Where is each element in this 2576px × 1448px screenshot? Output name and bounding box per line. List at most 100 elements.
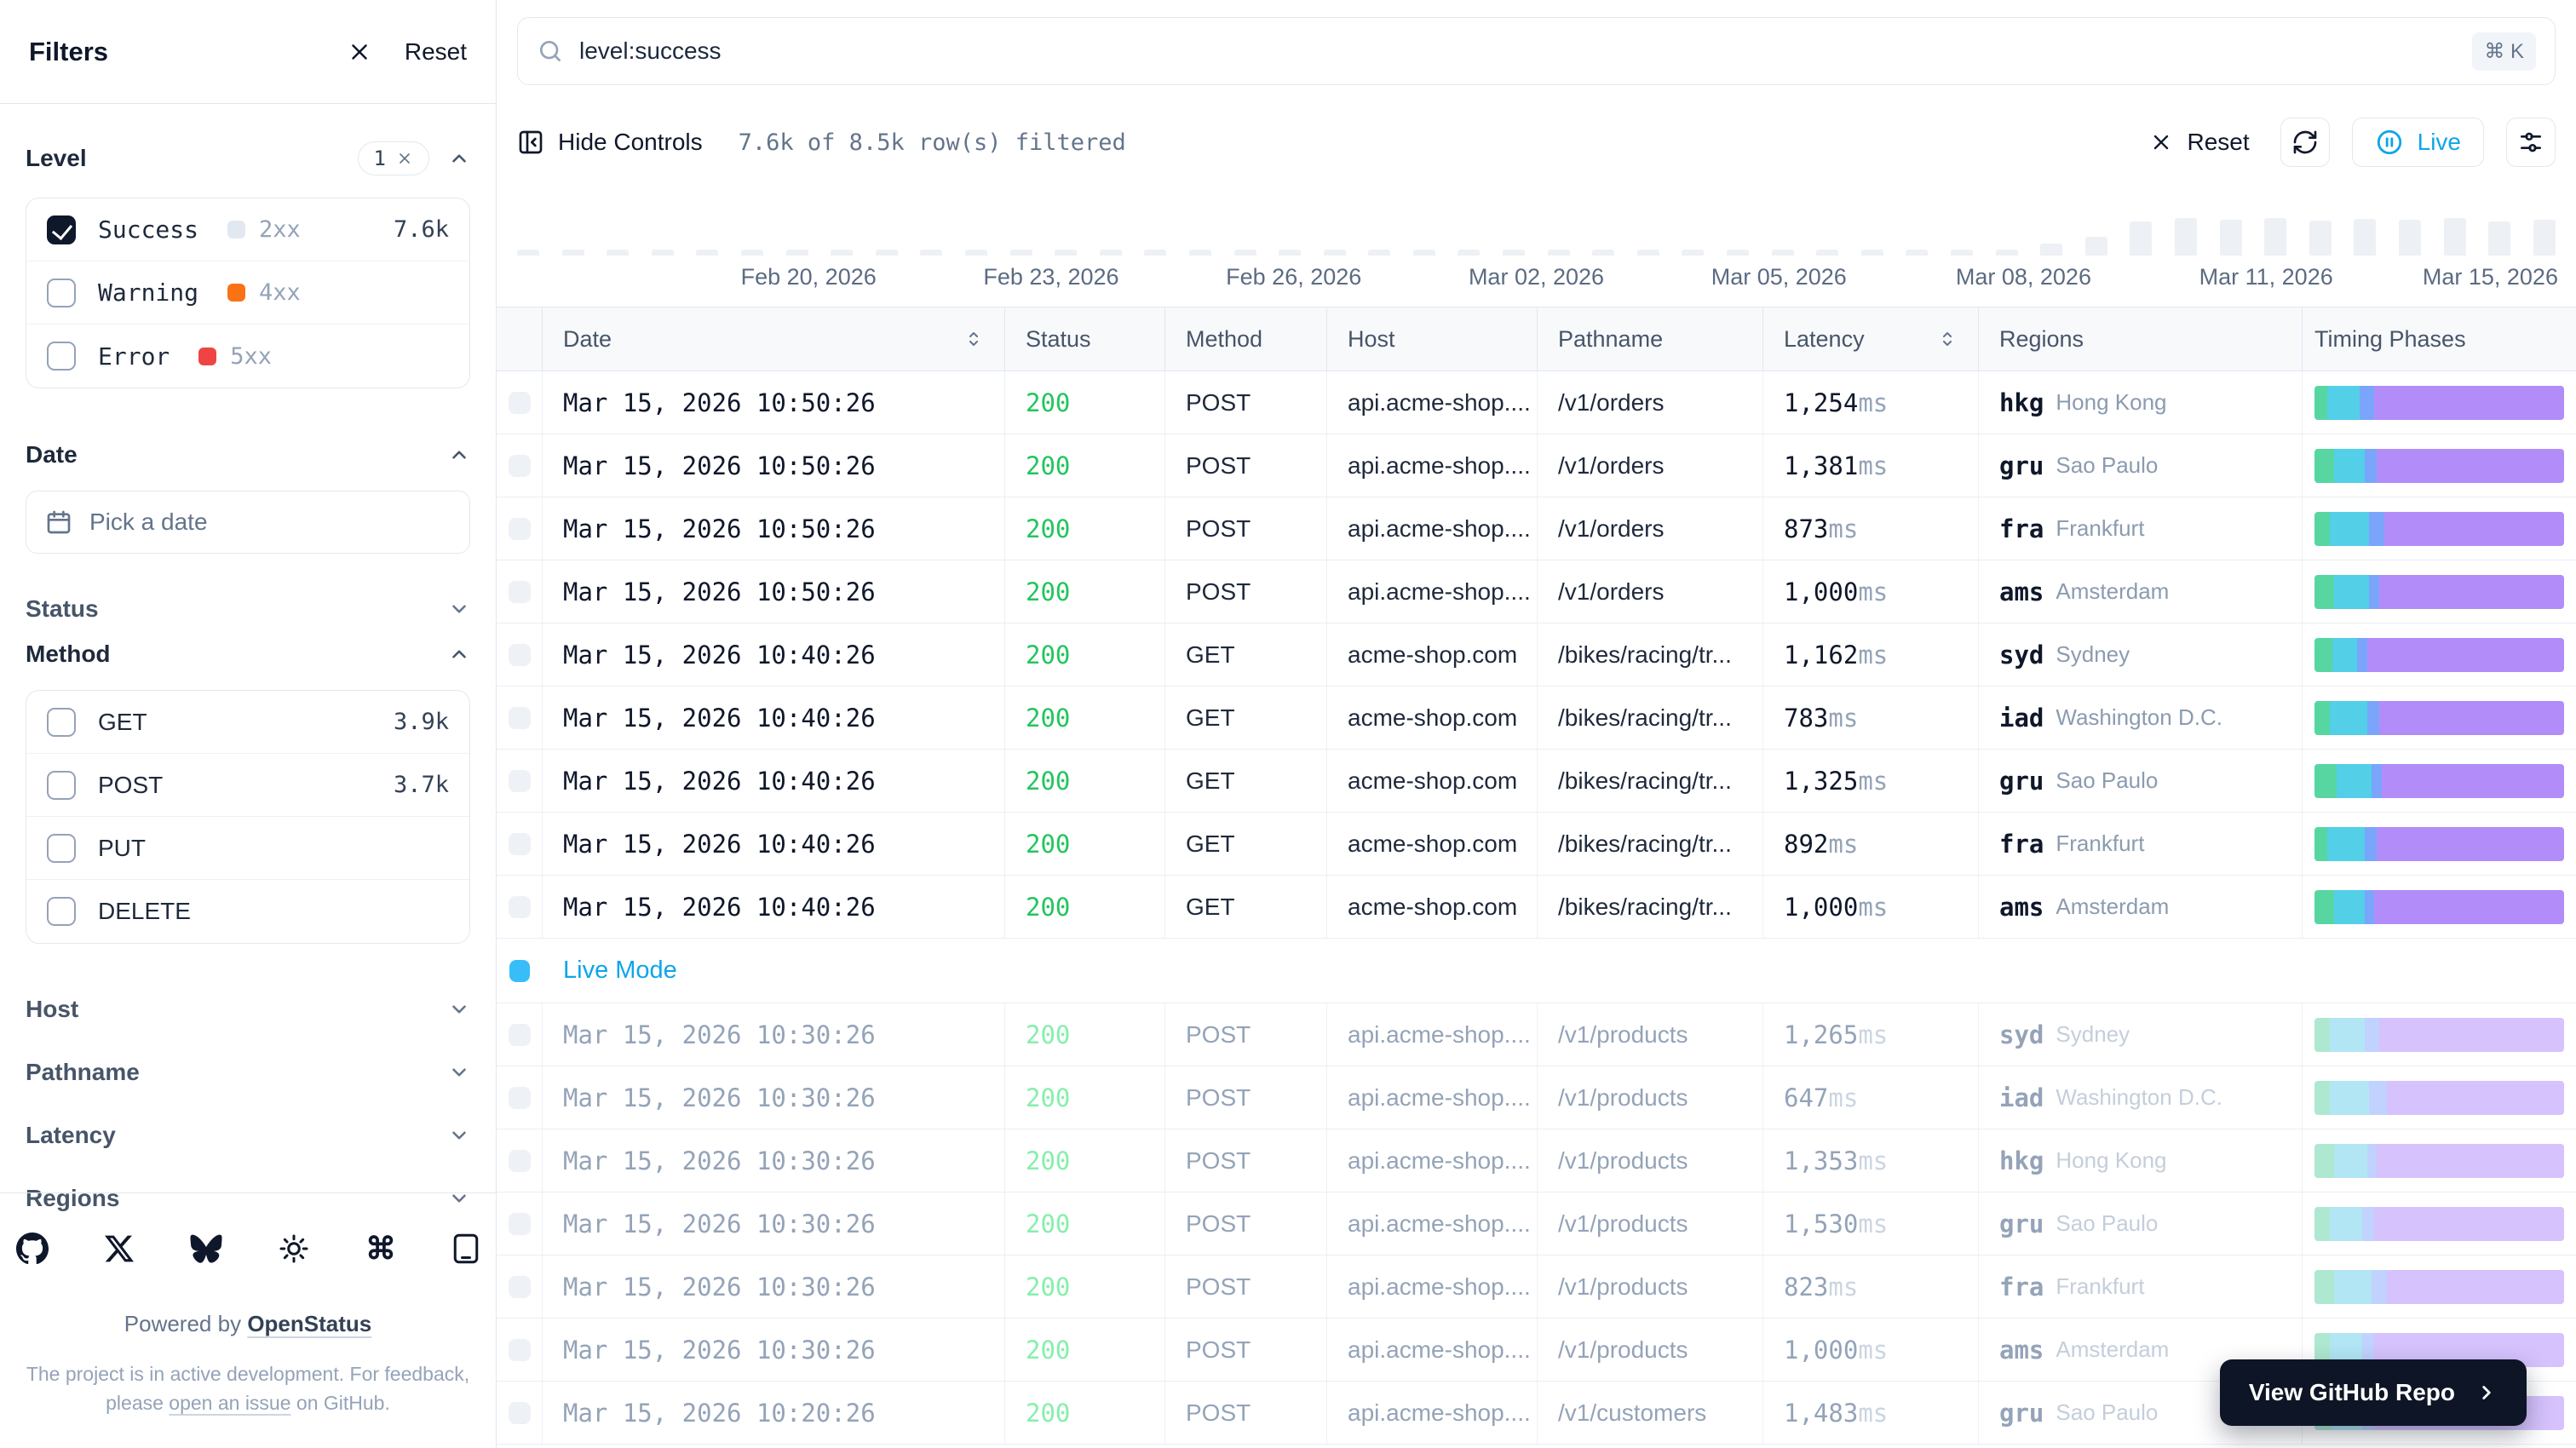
column-header-latency[interactable]: Latency (1763, 307, 1979, 371)
histogram-bar[interactable] (2085, 237, 2107, 256)
histogram-bar[interactable] (1816, 250, 1838, 256)
level-filter-badge[interactable]: 1 (358, 141, 429, 175)
pathname-section-header[interactable]: Pathname (26, 1041, 470, 1104)
histogram-bar[interactable] (1772, 250, 1794, 256)
row-checkbox[interactable] (509, 1087, 531, 1109)
histogram-bar[interactable] (562, 250, 584, 256)
column-header-status[interactable]: Status (1005, 307, 1165, 371)
table-row[interactable]: Mar 15, 2026 10:30:26200POSTapi.acme-sho… (497, 1192, 2576, 1256)
histogram-bar[interactable] (2130, 221, 2152, 256)
table-row[interactable]: Mar 15, 2026 10:40:26200GETacme-shop.com… (497, 623, 2576, 687)
view-settings-button[interactable] (2506, 118, 2556, 167)
level-option-warning[interactable]: Warning 4xx (26, 261, 469, 325)
row-checkbox[interactable] (509, 392, 531, 414)
hide-controls-button[interactable]: Hide Controls (517, 129, 703, 156)
row-checkbox[interactable] (509, 833, 531, 855)
row-checkbox[interactable] (509, 896, 531, 918)
refresh-button[interactable] (2280, 118, 2330, 167)
table-row[interactable]: Mar 15, 2026 10:40:26200GETacme-shop.com… (497, 813, 2576, 876)
histogram-bar[interactable] (1951, 250, 1973, 256)
histogram-bar[interactable] (2488, 221, 2510, 256)
histogram-bar[interactable] (1368, 250, 1390, 256)
histogram-bar[interactable] (1458, 250, 1480, 256)
method-option-delete[interactable]: DELETE (26, 880, 469, 943)
warning-checkbox[interactable] (47, 279, 76, 307)
histogram-bar[interactable] (2264, 218, 2286, 256)
reset-filters-button[interactable]: Reset (2149, 129, 2249, 156)
histogram-bar[interactable] (1861, 250, 1883, 256)
histogram-bar[interactable] (876, 250, 898, 256)
histogram-bar[interactable] (1996, 250, 2018, 256)
table-row[interactable]: Mar 15, 2026 10:30:26200POSTapi.acme-sho… (497, 1129, 2576, 1192)
histogram-bar[interactable] (1906, 250, 1928, 256)
search-bar[interactable]: ⌘ K (517, 17, 2556, 85)
table-row[interactable]: Mar 15, 2026 10:50:26200POSTapi.acme-sho… (497, 560, 2576, 623)
column-header-method[interactable]: Method (1165, 307, 1327, 371)
row-checkbox[interactable] (509, 1024, 531, 1046)
open-issue-link[interactable]: open an issue (169, 1392, 290, 1414)
histogram-bar[interactable] (2399, 220, 2421, 256)
histogram-bar[interactable] (2354, 219, 2376, 256)
error-checkbox[interactable] (47, 342, 76, 371)
histogram-bar[interactable] (1144, 250, 1166, 256)
histogram-bar[interactable] (1234, 250, 1256, 256)
put-checkbox[interactable] (47, 834, 76, 863)
get-checkbox[interactable] (47, 708, 76, 737)
level-section-header[interactable]: Level 1 (26, 141, 470, 175)
latency-section-header[interactable]: Latency (26, 1104, 470, 1167)
histogram-bar[interactable] (831, 250, 853, 256)
method-option-post[interactable]: POST 3.7k (26, 754, 469, 817)
histogram-bar[interactable] (1592, 250, 1614, 256)
column-header-regions[interactable]: Regions (1979, 307, 2303, 371)
histogram-bar[interactable] (1413, 250, 1435, 256)
table-row[interactable]: Mar 15, 2026 10:30:26200POSTapi.acme-sho… (497, 1066, 2576, 1129)
table-row[interactable]: Mar 15, 2026 10:50:26200POSTapi.acme-sho… (497, 371, 2576, 434)
table-row[interactable]: Mar 15, 2026 10:40:26200GETacme-shop.com… (497, 687, 2576, 750)
host-section-header[interactable]: Host (26, 978, 470, 1041)
row-checkbox[interactable] (509, 1213, 531, 1235)
search-input[interactable] (579, 37, 2457, 65)
github-icon[interactable] (16, 1233, 49, 1265)
method-section-header[interactable]: Method (26, 641, 470, 668)
live-mode-row[interactable]: Live Mode (497, 939, 2576, 1003)
histogram-bar[interactable] (517, 250, 539, 256)
histogram-bar[interactable] (1055, 250, 1077, 256)
histogram-bar[interactable] (1279, 250, 1301, 256)
date-section-header[interactable]: Date (26, 441, 470, 468)
row-checkbox[interactable] (509, 1402, 531, 1424)
histogram-bar[interactable] (920, 250, 942, 256)
histogram-bar[interactable] (741, 250, 763, 256)
row-checkbox[interactable] (509, 644, 531, 666)
post-checkbox[interactable] (47, 771, 76, 800)
table-row[interactable]: Mar 15, 2026 10:50:26200POSTapi.acme-sho… (497, 497, 2576, 560)
histogram-bar[interactable] (2220, 220, 2242, 256)
histogram-bar[interactable] (965, 250, 987, 256)
histogram-bar[interactable] (786, 250, 808, 256)
row-checkbox[interactable] (509, 518, 531, 540)
docs-icon[interactable] (452, 1233, 480, 1264)
command-icon[interactable]: ⌘ (365, 1231, 396, 1267)
table-row[interactable]: Mar 15, 2026 10:30:26200POSTapi.acme-sho… (497, 1256, 2576, 1319)
histogram-bar[interactable] (1548, 250, 1570, 256)
histogram-bar[interactable] (1100, 250, 1122, 256)
delete-checkbox[interactable] (47, 897, 76, 926)
row-checkbox[interactable] (509, 581, 531, 603)
histogram-bar[interactable] (1682, 250, 1704, 256)
filters-reset-button[interactable]: Reset (405, 38, 467, 66)
date-picker-field[interactable]: Pick a date (26, 491, 470, 554)
success-checkbox[interactable] (47, 215, 76, 244)
histogram-bar[interactable] (652, 250, 674, 256)
bluesky-icon[interactable] (190, 1234, 222, 1263)
column-header-pathname[interactable]: Pathname (1538, 307, 1763, 371)
table-row[interactable]: Mar 15, 2026 10:30:26200POSTapi.acme-sho… (497, 1003, 2576, 1066)
theme-sun-icon[interactable] (279, 1233, 309, 1264)
row-checkbox[interactable] (509, 455, 531, 477)
row-checkbox[interactable] (509, 1339, 531, 1361)
x-twitter-icon[interactable] (105, 1234, 134, 1263)
row-checkbox[interactable] (509, 1276, 531, 1298)
histogram-bar[interactable] (2444, 218, 2466, 256)
column-header-date[interactable]: Date (543, 307, 1005, 371)
histogram-bar[interactable] (2040, 244, 2062, 256)
column-header-timing[interactable]: Timing Phases (2303, 307, 2576, 371)
row-checkbox[interactable] (509, 707, 531, 729)
